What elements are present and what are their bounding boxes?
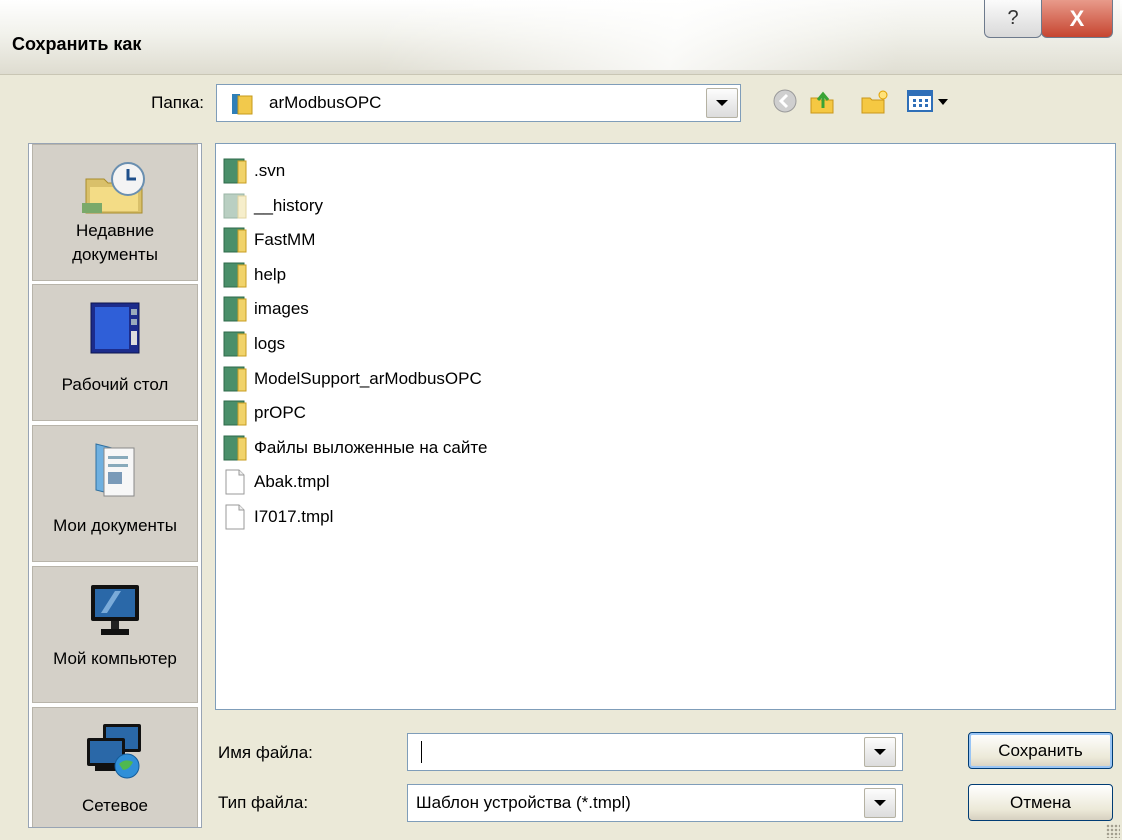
folder-icon: [223, 296, 247, 322]
folder-value: arModbusOPC: [269, 93, 382, 112]
place-desktop[interactable]: Рабочий стол: [32, 284, 198, 421]
file-name: ModelSupport_arModbusOPC: [254, 368, 482, 388]
file-list-item[interactable]: logs: [222, 327, 285, 361]
file-list-item[interactable]: FastMM: [222, 223, 315, 257]
file-list-item[interactable]: images: [222, 292, 309, 326]
filetype-value: Шаблон устройства (*.tmpl): [416, 793, 631, 812]
close-button[interactable]: X: [1041, 0, 1113, 38]
dialog-title: Сохранить как: [12, 34, 142, 54]
places-bar: Недавние документы Рабочий стол Мои доку…: [28, 143, 202, 828]
title-bar[interactable]: Сохранить как ? X: [0, 0, 1122, 75]
folder-icon: [223, 158, 247, 184]
file-name: Файлы выложенные на сайте: [254, 437, 488, 457]
folder-icon: [223, 435, 247, 461]
views-menu-button[interactable]: [906, 88, 952, 114]
file-list-item[interactable]: I7017.tmpl: [222, 500, 333, 534]
text-caret: [421, 741, 422, 763]
close-icon: X: [1069, 5, 1085, 31]
file-name: .svn: [254, 161, 286, 180]
network-icon: [87, 724, 141, 779]
document-icon: [225, 504, 245, 530]
cancel-button[interactable]: Отмена: [968, 784, 1113, 821]
back-icon: [773, 89, 797, 113]
place-label: Мой компьютер: [53, 649, 177, 668]
place-label: Недавние документы: [72, 221, 158, 264]
file-list-item[interactable]: ModelSupport_arModbusOPC: [222, 362, 482, 396]
help-button[interactable]: ?: [984, 0, 1042, 38]
my-documents-icon: [95, 443, 135, 497]
up-folder-icon: [810, 91, 834, 114]
filetype-select[interactable]: Шаблон устройства (*.tmpl): [407, 784, 903, 822]
folder-icon: [232, 94, 253, 115]
desktop-icon: [90, 302, 140, 354]
file-name: logs: [254, 334, 286, 353]
filename-input[interactable]: [407, 733, 903, 771]
filetype-dropdown-button[interactable]: [864, 788, 896, 818]
file-name: help: [254, 264, 287, 284]
back-button[interactable]: [772, 88, 798, 114]
chevron-down-icon: [874, 749, 886, 755]
folder-icon: [223, 262, 247, 288]
file-name: Abak.tmpl: [254, 472, 330, 492]
chevron-down-icon: [874, 800, 886, 806]
recent-documents-icon: [82, 162, 145, 214]
file-list-item[interactable]: Abak.tmpl: [222, 465, 330, 499]
place-label: Сетевое: [82, 796, 148, 815]
folder-icon: [223, 227, 247, 253]
place-label: Мои документы: [53, 516, 177, 535]
place-my-computer[interactable]: Мой компьютер: [32, 566, 198, 703]
file-list-item[interactable]: __history: [222, 189, 323, 223]
file-list[interactable]: .svn __history FastMM help images logs ModelSu…: [215, 143, 1116, 710]
chevron-down-icon: [716, 100, 728, 106]
document-icon: [225, 469, 245, 495]
folder-label: Папка:: [151, 93, 204, 112]
new-folder-icon: [861, 90, 888, 114]
place-label: Рабочий стол: [61, 375, 169, 394]
help-icon: ?: [1007, 7, 1019, 29]
folder-icon: [223, 331, 247, 357]
file-list-item[interactable]: prOPC: [222, 396, 306, 430]
file-name: __history: [254, 195, 323, 215]
folder-icon: [223, 366, 247, 392]
resize-grip[interactable]: [1106, 824, 1120, 838]
views-menu-icon: [907, 90, 948, 112]
folder-icon: [223, 193, 247, 219]
filetype-label: Тип файла:: [218, 793, 309, 812]
file-name: I7017.tmpl: [254, 507, 334, 526]
new-folder-button[interactable]: [860, 88, 890, 116]
folder-select[interactable]: arModbusOPC: [216, 84, 741, 122]
place-my-documents[interactable]: Мои документы: [32, 425, 198, 562]
my-computer-icon: [91, 585, 139, 635]
place-recent-documents[interactable]: Недавние документы: [32, 144, 198, 281]
file-name: images: [254, 299, 309, 319]
file-name: FastMM: [254, 230, 316, 250]
save-as-dialog: Сохранить как ? X Папка: arModbusOPC Нед…: [0, 0, 1122, 840]
folder-dropdown-button[interactable]: [706, 88, 738, 118]
up-folder-button[interactable]: [808, 88, 836, 116]
file-list-item[interactable]: help: [222, 258, 286, 292]
file-list-item[interactable]: .svn: [222, 154, 285, 188]
folder-icon: [223, 400, 247, 426]
filename-label: Имя файла:: [218, 743, 313, 762]
filename-dropdown-button[interactable]: [864, 737, 896, 767]
file-list-item[interactable]: Файлы выложенные на сайте: [222, 431, 487, 465]
place-network[interactable]: Сетевое: [32, 707, 198, 827]
file-name: prOPC: [254, 403, 306, 423]
save-button[interactable]: Сохранить: [968, 732, 1113, 769]
